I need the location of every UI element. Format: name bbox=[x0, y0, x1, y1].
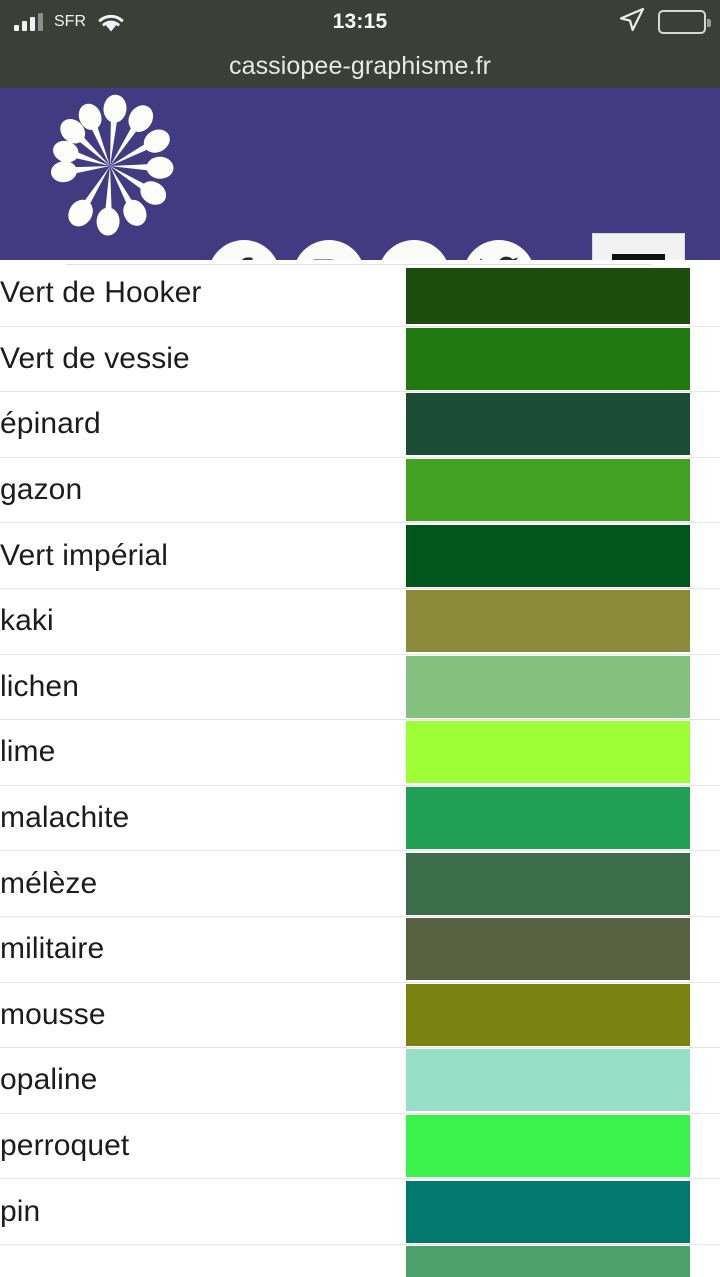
status-bar-right-group bbox=[619, 0, 711, 44]
color-table-row[interactable]: malachite bbox=[0, 784, 720, 851]
color-swatch bbox=[406, 1115, 691, 1178]
color-name-cell: Vert de Hooker bbox=[0, 260, 407, 327]
color-table-row[interactable]: perroquet bbox=[0, 1112, 720, 1179]
hamburger-menu-button[interactable] bbox=[592, 233, 685, 260]
color-name-cell: gazon bbox=[0, 456, 407, 523]
behance-icon: B bbox=[313, 252, 345, 261]
color-swatch bbox=[406, 262, 691, 325]
color-swatch bbox=[406, 721, 691, 784]
table-top-rule bbox=[66, 264, 652, 265]
social-twitter-button[interactable] bbox=[463, 240, 535, 260]
color-table-row[interactable]: opaline bbox=[0, 1047, 720, 1114]
color-table-row[interactable]: kaki bbox=[0, 587, 720, 655]
color-swatch-cell bbox=[406, 915, 720, 983]
color-swatch-cell bbox=[406, 325, 720, 392]
color-swatch bbox=[406, 1246, 691, 1277]
color-swatch bbox=[406, 459, 691, 522]
color-name-cell: kaki bbox=[0, 587, 407, 655]
color-swatch-cell bbox=[406, 1243, 720, 1277]
color-table-row[interactable]: gazon bbox=[0, 456, 720, 523]
color-swatch-cell bbox=[406, 653, 720, 720]
color-swatch bbox=[406, 787, 691, 850]
color-swatch-cell bbox=[406, 391, 720, 458]
google-plus-icon: g+ bbox=[388, 252, 439, 261]
color-swatch bbox=[406, 327, 691, 390]
color-swatch-cell bbox=[406, 587, 720, 655]
device-status-bar: SFR 13:15 cassiopee-graphisme.fr bbox=[0, 0, 720, 88]
color-name-cell: pin bbox=[0, 1178, 407, 1245]
color-table-row[interactable] bbox=[0, 1243, 720, 1277]
color-name-cell: malachite bbox=[0, 784, 407, 851]
table-top-edge bbox=[0, 260, 720, 268]
color-swatch bbox=[406, 1180, 691, 1243]
color-swatch bbox=[406, 590, 691, 653]
color-name-cell: perroquet bbox=[0, 1112, 407, 1179]
color-table-row[interactable]: lichen bbox=[0, 653, 720, 720]
color-table-row[interactable]: militaire bbox=[0, 915, 720, 983]
battery-icon bbox=[658, 10, 711, 34]
color-swatch-cell bbox=[406, 1178, 720, 1245]
color-name-cell: mousse bbox=[0, 981, 407, 1048]
color-swatch bbox=[406, 393, 691, 456]
social-facebook-button[interactable]: f bbox=[208, 240, 280, 260]
color-swatch-cell bbox=[406, 719, 720, 786]
color-name-cell: lichen bbox=[0, 653, 407, 720]
color-name-cell bbox=[0, 1243, 407, 1277]
color-swatch-cell bbox=[406, 1112, 720, 1179]
color-table-row[interactable]: Vert impérial bbox=[0, 522, 720, 589]
color-table-row[interactable]: mousse bbox=[0, 981, 720, 1048]
site-header: f B g+ bbox=[0, 88, 720, 260]
color-swatch-cell bbox=[406, 850, 720, 917]
status-bar-clock: 13:15 bbox=[332, 10, 388, 33]
cassiopee-flower-logo[interactable] bbox=[36, 88, 196, 244]
address-bar-url[interactable]: cassiopee-graphisme.fr bbox=[0, 44, 720, 88]
color-swatch bbox=[406, 852, 691, 915]
color-table-row[interactable]: lime bbox=[0, 719, 720, 786]
location-arrow-icon bbox=[619, 7, 645, 38]
facebook-icon: f bbox=[236, 252, 252, 261]
color-name-cell: mélèze bbox=[0, 850, 407, 917]
color-table-row[interactable]: épinard bbox=[0, 391, 720, 458]
social-links[interactable]: f B g+ bbox=[208, 240, 535, 260]
color-swatch bbox=[406, 918, 691, 981]
color-swatch bbox=[406, 983, 691, 1046]
color-name-cell: Vert impérial bbox=[0, 522, 407, 589]
color-swatch-cell bbox=[406, 522, 720, 589]
social-google-plus-button[interactable]: g+ bbox=[378, 240, 450, 260]
color-swatch-cell bbox=[406, 456, 720, 523]
color-table-row[interactable]: Vert de vessie bbox=[0, 325, 720, 392]
color-table-row[interactable]: pin bbox=[0, 1178, 720, 1245]
color-swatch bbox=[406, 1049, 691, 1112]
color-swatch-cell bbox=[406, 1047, 720, 1114]
color-swatch bbox=[406, 655, 691, 718]
color-table-row[interactable]: Vert de Hooker bbox=[0, 260, 720, 327]
color-list-container[interactable]: Vert de Hooker Vert de vessie épinard gazon… bbox=[0, 260, 720, 1277]
color-swatch-cell bbox=[406, 260, 720, 327]
color-name-cell: Vert de vessie bbox=[0, 325, 407, 392]
color-name-cell: opaline bbox=[0, 1047, 407, 1114]
color-swatch-cell bbox=[406, 981, 720, 1048]
color-name-cell: lime bbox=[0, 719, 407, 786]
status-bar-row: SFR 13:15 bbox=[0, 0, 720, 44]
color-swatch-cell bbox=[406, 784, 720, 851]
social-behance-button[interactable]: B bbox=[293, 240, 365, 260]
color-name-cell: militaire bbox=[0, 915, 407, 983]
color-name-cell: épinard bbox=[0, 391, 407, 458]
color-table-row[interactable]: mélèze bbox=[0, 850, 720, 917]
color-names-table: Vert de Hooker Vert de vessie épinard gazon… bbox=[0, 260, 720, 1277]
color-table-body: Vert de Hooker Vert de vessie épinard gazon… bbox=[0, 260, 720, 1277]
color-swatch bbox=[406, 524, 691, 587]
